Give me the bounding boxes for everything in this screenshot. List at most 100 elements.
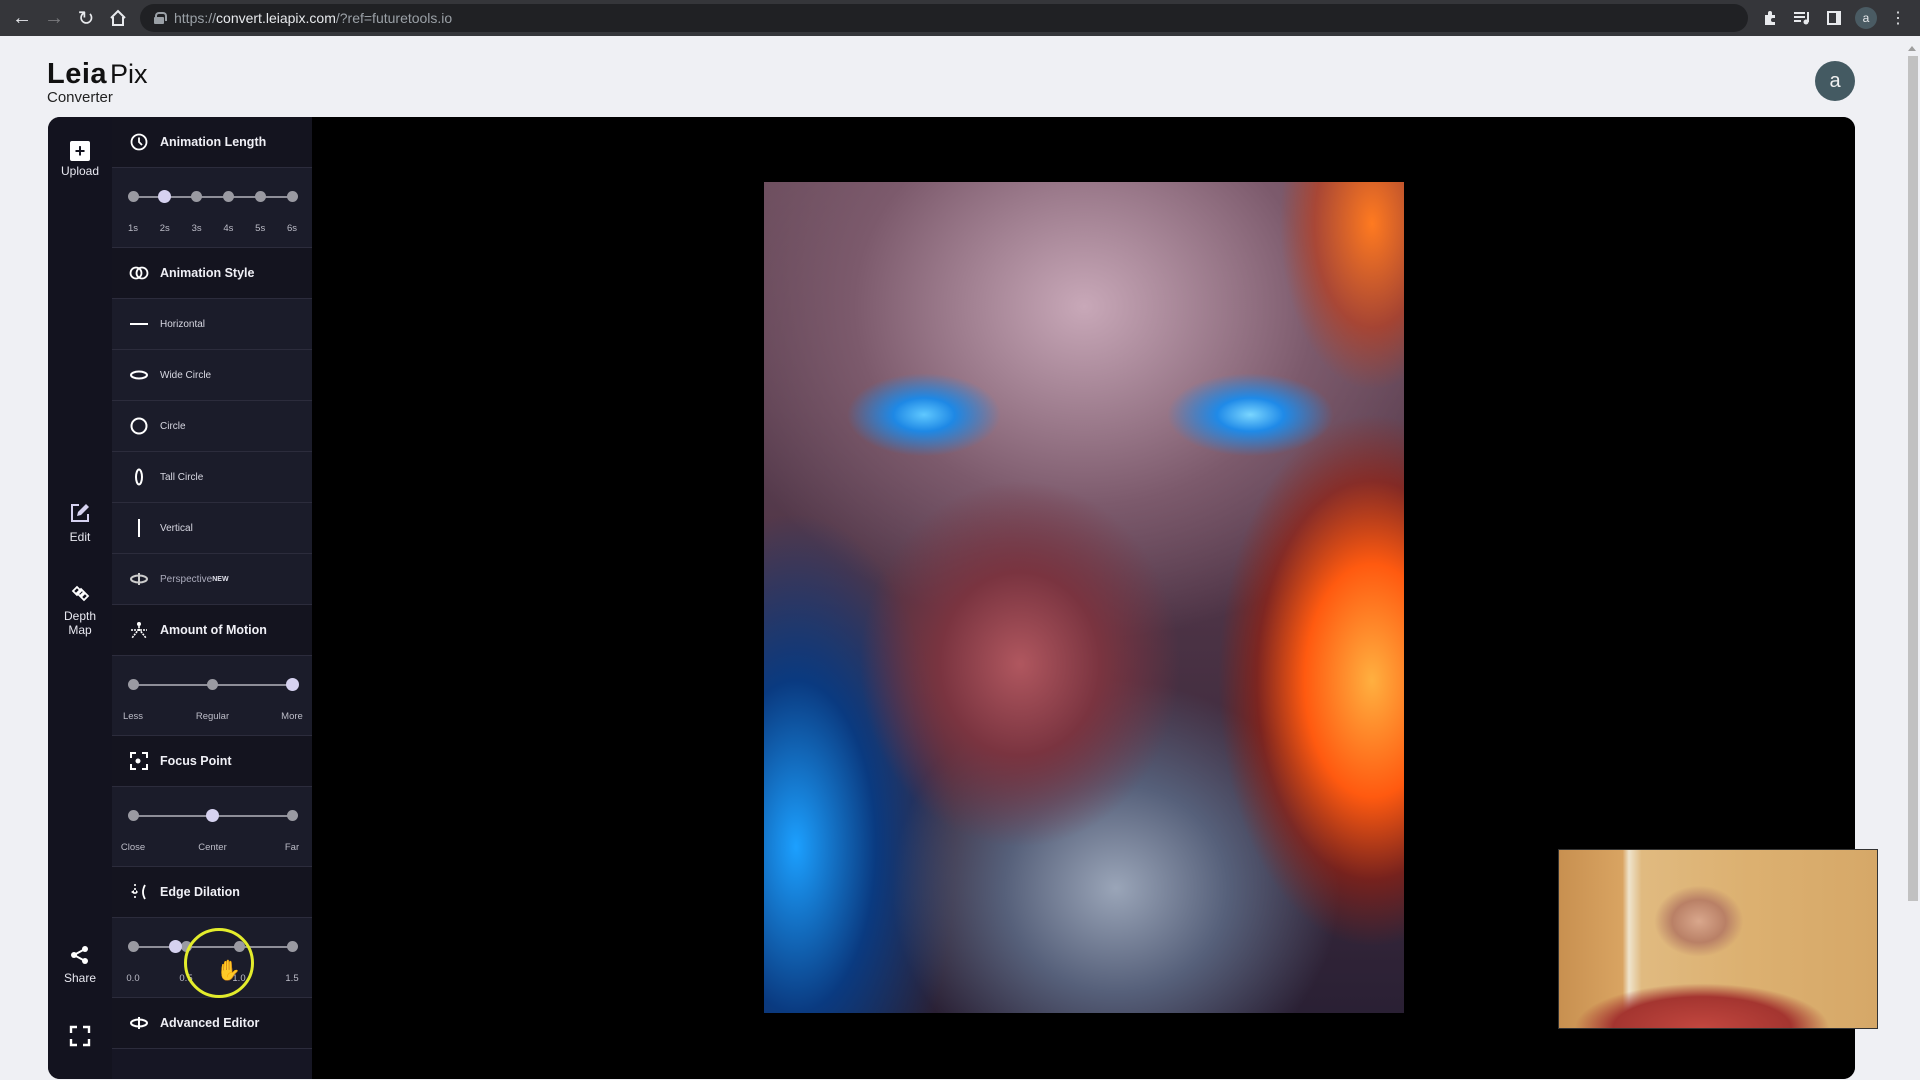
slider-stop[interactable] bbox=[286, 941, 298, 952]
slider-stop[interactable] bbox=[207, 679, 218, 690]
logo-subtitle: Converter bbox=[47, 89, 113, 106]
style-option-horizontal[interactable]: Horizontal bbox=[112, 299, 312, 350]
media-icon[interactable] bbox=[1786, 0, 1818, 36]
animation-style-header[interactable]: Animation Style bbox=[112, 248, 312, 299]
slider-track bbox=[133, 196, 292, 198]
edit-button[interactable]: Edit bbox=[48, 502, 112, 544]
slider-tick-label: More bbox=[281, 711, 303, 722]
focus-point-header[interactable]: Focus Point bbox=[112, 736, 312, 787]
animation-length-header[interactable]: Animation Length bbox=[112, 117, 312, 168]
style-label: Vertical bbox=[160, 522, 193, 534]
style-label: Tall Circle bbox=[160, 471, 204, 483]
kebab-menu-icon[interactable]: ⋮ bbox=[1882, 0, 1914, 36]
slider-tick-label: Center bbox=[198, 842, 227, 853]
preview-image[interactable] bbox=[764, 182, 1404, 1013]
animation-length-slider[interactable]: 1s 2s 3s 4s 5s 6s bbox=[112, 168, 312, 248]
forward-icon[interactable]: → bbox=[38, 2, 70, 34]
upload-button[interactable]: + Upload bbox=[48, 141, 112, 178]
style-label: Wide Circle bbox=[160, 369, 212, 381]
style-option-tall-circle[interactable]: Tall Circle bbox=[112, 452, 312, 503]
slider-tick-label: 1.5 bbox=[285, 973, 299, 984]
slider-tick-label: 2s bbox=[159, 223, 170, 234]
slider-tick-label: Regular bbox=[195, 711, 230, 722]
perspective-icon bbox=[128, 572, 150, 586]
style-option-perspective[interactable]: Perspective NEW bbox=[112, 554, 312, 605]
address-bar[interactable]: https://convert.leiapix.com/?ref=futuret… bbox=[140, 4, 1748, 32]
share-label: Share bbox=[63, 971, 97, 985]
depth-map-label-1: Depth bbox=[63, 609, 97, 623]
style-option-vertical[interactable]: Vertical bbox=[112, 503, 312, 554]
slider-tick-label: 5s bbox=[255, 223, 266, 234]
depth-map-button[interactable]: Depth Map bbox=[48, 583, 112, 637]
amount-of-motion-slider[interactable]: Less Regular More bbox=[112, 656, 312, 736]
slider-stop[interactable] bbox=[191, 191, 203, 202]
back-icon[interactable]: ← bbox=[6, 2, 38, 34]
amount-of-motion-header[interactable]: Amount of Motion bbox=[112, 605, 312, 656]
animation-style-title: Animation Style bbox=[160, 266, 255, 280]
advanced-editor-title: Advanced Editor bbox=[160, 1016, 260, 1030]
user-avatar[interactable]: a bbox=[1815, 61, 1855, 101]
webcam-overlay bbox=[1558, 849, 1878, 1029]
profile-button[interactable]: a bbox=[1850, 0, 1882, 36]
depth-map-label-2: Map bbox=[68, 623, 92, 637]
focus-point-title: Focus Point bbox=[160, 754, 232, 768]
motion-icon bbox=[128, 621, 150, 639]
home-icon[interactable] bbox=[102, 2, 134, 34]
style-label: Perspective bbox=[160, 573, 213, 585]
slider-stop[interactable] bbox=[286, 810, 298, 821]
layers-icon bbox=[70, 583, 90, 606]
fullscreen-icon bbox=[69, 1025, 91, 1050]
circle-icon bbox=[128, 416, 150, 436]
style-option-circle[interactable]: Circle bbox=[112, 401, 312, 452]
animation-length-title: Animation Length bbox=[160, 135, 267, 149]
reload-icon[interactable]: ↻ bbox=[70, 2, 102, 34]
page-scrollbar[interactable] bbox=[1905, 36, 1920, 1080]
slider-stop[interactable] bbox=[286, 191, 298, 202]
edge-dilation-title: Edge Dilation bbox=[160, 885, 240, 899]
hand-cursor-icon: ✋ bbox=[216, 960, 241, 982]
upload-label: Upload bbox=[60, 164, 100, 178]
share-icon bbox=[70, 945, 90, 968]
vertical-line-icon bbox=[128, 519, 150, 537]
slider-tick-label: 0.0 bbox=[126, 973, 140, 984]
slider-stop[interactable] bbox=[127, 941, 139, 952]
style-option-wide-circle[interactable]: Wide Circle bbox=[112, 350, 312, 401]
slider-tick-label: 4s bbox=[223, 223, 234, 234]
tall-ellipse-icon bbox=[128, 467, 150, 487]
share-button[interactable]: Share bbox=[48, 945, 112, 985]
fullscreen-button[interactable] bbox=[48, 1025, 112, 1053]
browser-toolbar: ← → ↻ https://convert.leiapix.com/?ref=f… bbox=[0, 0, 1920, 36]
style-label: Horizontal bbox=[160, 318, 206, 330]
advanced-editor-button[interactable]: Advanced Editor bbox=[112, 998, 312, 1049]
logo-pix: Pix bbox=[110, 59, 148, 89]
clock-icon bbox=[128, 133, 150, 151]
slider-stop[interactable] bbox=[206, 809, 219, 822]
slider-thumb[interactable] bbox=[168, 940, 182, 953]
slider-stop[interactable] bbox=[285, 678, 299, 691]
slider-stop[interactable] bbox=[127, 679, 139, 690]
scroll-thumb[interactable] bbox=[1908, 56, 1918, 901]
focus-point-slider[interactable]: Close Center Far bbox=[112, 787, 312, 867]
rings-icon bbox=[128, 266, 150, 280]
slider-tick-label: Close bbox=[120, 842, 146, 853]
leiapix-logo[interactable]: Leia Pix Converter bbox=[47, 58, 148, 106]
slider-tick-label: 1s bbox=[127, 223, 139, 234]
style-label: Circle bbox=[160, 420, 186, 432]
slider-stop[interactable] bbox=[254, 191, 266, 202]
slider-stop[interactable] bbox=[222, 191, 234, 202]
wide-ellipse-icon bbox=[128, 370, 150, 380]
extensions-icon[interactable] bbox=[1754, 0, 1786, 36]
slider-stop[interactable] bbox=[158, 190, 172, 203]
edit-label: Edit bbox=[69, 530, 91, 544]
side-panel-icon[interactable] bbox=[1818, 0, 1850, 36]
edge-dilation-header[interactable]: Edge Dilation bbox=[112, 867, 312, 918]
edge-dilation-icon bbox=[128, 882, 150, 902]
slider-stop[interactable] bbox=[127, 191, 139, 202]
amount-of-motion-title: Amount of Motion bbox=[160, 623, 267, 637]
edit-icon bbox=[69, 502, 91, 527]
lock-icon bbox=[154, 12, 167, 24]
horizontal-line-icon bbox=[128, 322, 150, 326]
logo-leia: Leia bbox=[47, 58, 108, 90]
scroll-up-arrow-icon[interactable] bbox=[1908, 46, 1916, 51]
slider-stop[interactable] bbox=[127, 810, 139, 821]
